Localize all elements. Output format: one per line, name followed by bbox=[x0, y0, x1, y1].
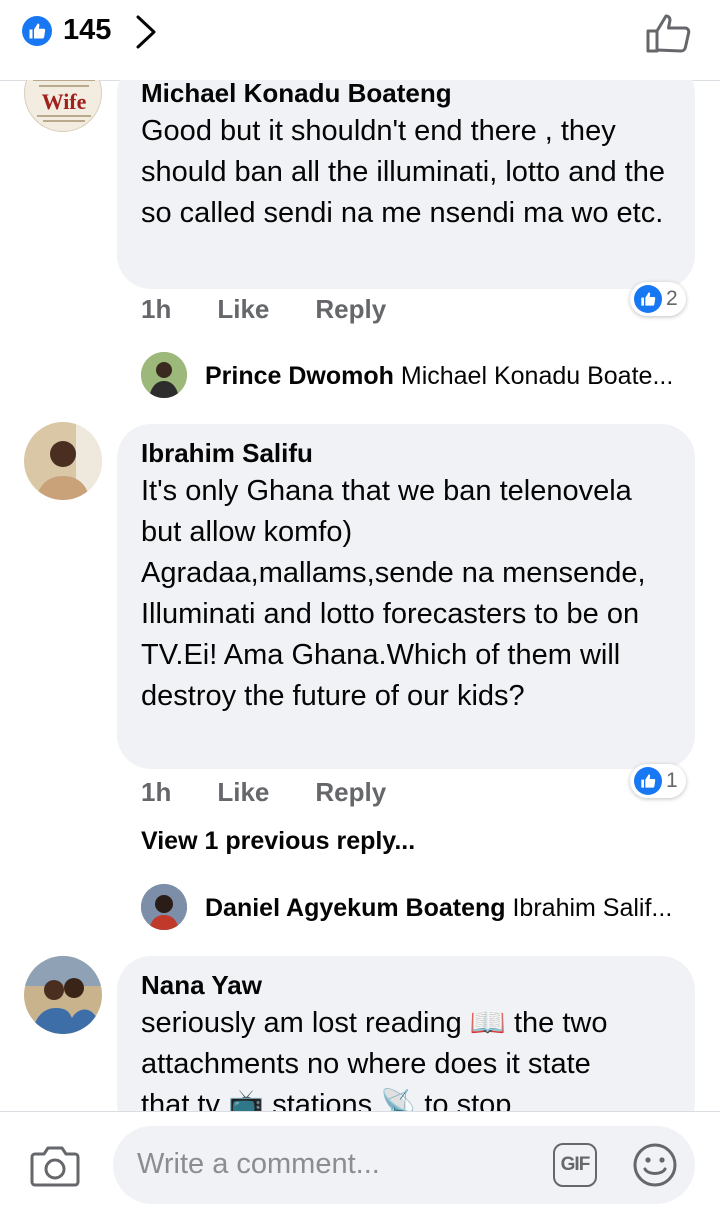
reply-preview[interactable]: Prince Dwomoh Michael Konadu Boate... bbox=[205, 362, 673, 391]
comment-text-line: attachments no where does it state bbox=[141, 1048, 591, 1080]
comment-text: seriously am lost reading 📖 the two atta… bbox=[141, 1003, 673, 1111]
comment-bubble[interactable]: Ibrahim Salifu It's only Ghana that we b… bbox=[117, 424, 695, 769]
reply-preview[interactable]: Daniel Agyekum Boateng Ibrahim Salif... bbox=[205, 894, 672, 923]
comment-reactions[interactable]: 2 bbox=[630, 282, 686, 316]
comment-reactions[interactable]: 1 bbox=[630, 764, 686, 798]
like-reaction-icon bbox=[634, 285, 662, 313]
comment-author[interactable]: Michael Konadu Boateng bbox=[141, 80, 673, 108]
reaction-count: 2 bbox=[666, 287, 678, 310]
reply-snippet: Ibrahim Salif... bbox=[512, 894, 673, 922]
comment-input[interactable]: Write a comment... GIF bbox=[113, 1126, 695, 1204]
comment-bubble[interactable]: Michael Konadu Boateng Good but it shoul… bbox=[117, 80, 695, 289]
comment-actions: 1h Like Reply bbox=[141, 294, 432, 325]
reactions-header: 145 bbox=[0, 0, 720, 81]
avatar[interactable]: Wife bbox=[24, 80, 102, 132]
comment-placeholder: Write a comment... bbox=[137, 1148, 380, 1180]
avatar[interactable] bbox=[24, 422, 102, 500]
avatar[interactable] bbox=[141, 884, 187, 930]
comment-time: 1h bbox=[141, 294, 172, 324]
comment-text-line: that tv 📺 stations 📡 to stop bbox=[141, 1089, 512, 1111]
reply-author[interactable]: Prince Dwomoh bbox=[205, 362, 394, 390]
avatar-logo-text: Wife bbox=[42, 89, 87, 114]
view-previous-replies-link[interactable]: View 1 previous reply... bbox=[141, 827, 415, 856]
chevron-right-icon[interactable] bbox=[134, 14, 158, 55]
avatar[interactable] bbox=[141, 352, 187, 398]
like-button[interactable]: Like bbox=[217, 294, 269, 325]
reply-author[interactable]: Daniel Agyekum Boateng bbox=[205, 894, 506, 922]
comment-composer: Write a comment... GIF bbox=[0, 1111, 720, 1217]
comment-bubble[interactable]: Nana Yaw seriously am lost reading 📖 the… bbox=[117, 956, 695, 1111]
like-reaction-icon bbox=[634, 767, 662, 795]
comments-list: Wife Michael Konadu Boateng Good but it … bbox=[0, 80, 720, 1111]
emoji-icon[interactable] bbox=[632, 1142, 678, 1193]
comment-author[interactable]: Nana Yaw bbox=[141, 970, 673, 1000]
like-button[interactable]: Like bbox=[217, 777, 269, 808]
gif-icon[interactable]: GIF bbox=[553, 1143, 597, 1187]
like-reaction-icon bbox=[22, 16, 52, 46]
comment-text: It's only Ghana that we ban telenovela b… bbox=[141, 475, 646, 712]
camera-icon[interactable] bbox=[30, 1144, 80, 1193]
avatar[interactable] bbox=[24, 956, 102, 1034]
comment-author[interactable]: Ibrahim Salifu bbox=[141, 438, 673, 468]
reply-button[interactable]: Reply bbox=[315, 294, 386, 325]
like-post-icon[interactable] bbox=[644, 12, 692, 59]
reaction-count: 1 bbox=[666, 769, 678, 792]
comment-text: Good but it shouldn't end there , they s… bbox=[141, 115, 665, 229]
comment-text-line: seriously am lost reading 📖 the two bbox=[141, 1007, 608, 1039]
reaction-count[interactable]: 145 bbox=[63, 14, 111, 47]
comment-actions: 1h Like Reply bbox=[141, 777, 432, 808]
reply-snippet: Michael Konadu Boate... bbox=[400, 362, 674, 390]
reply-button[interactable]: Reply bbox=[315, 777, 386, 808]
comment-time: 1h bbox=[141, 777, 172, 807]
